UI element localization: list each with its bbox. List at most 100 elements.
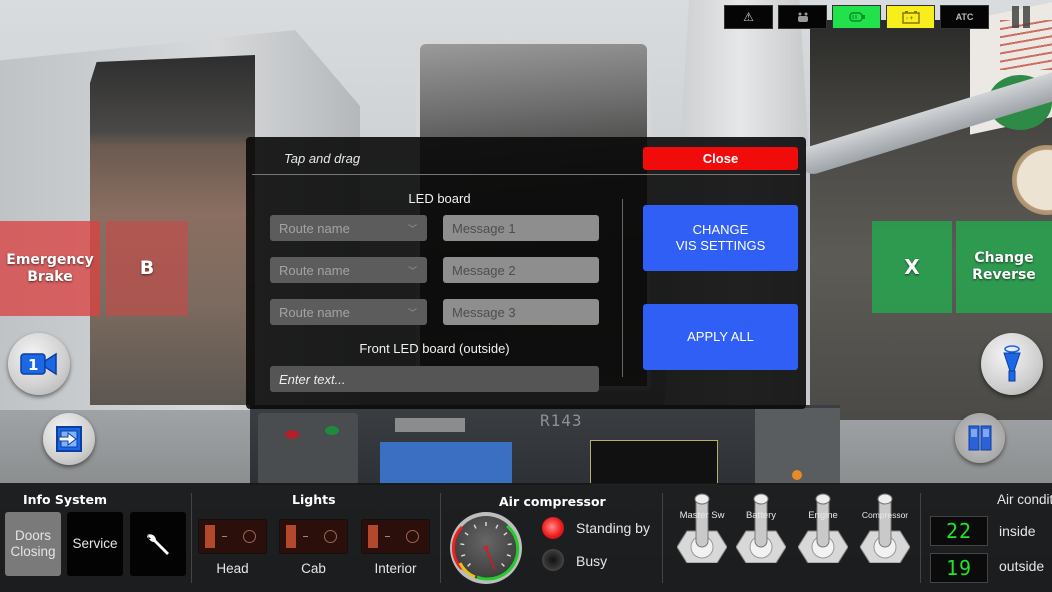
drag-handle[interactable]: Tap and drag <box>284 151 360 166</box>
x-button[interactable]: X <box>872 221 952 313</box>
engine-label: Engine <box>808 510 838 521</box>
chevron-down-icon: ﹀ <box>407 265 417 276</box>
front-led-input[interactable]: Enter text... <box>270 366 599 392</box>
console-red-button <box>285 430 299 439</box>
switch-on-mark <box>324 530 337 543</box>
switch-on-mark <box>243 530 256 543</box>
air-pressure-gauge <box>450 512 522 584</box>
route-name-select-3[interactable]: Route name ﹀ <box>270 299 427 325</box>
head-light-switch[interactable] <box>198 519 267 554</box>
standing-by-label: Standing by <box>576 520 650 536</box>
interior-light-label: Interior <box>374 561 417 576</box>
bottom-control-panel: Info System Doors Closing Service Lights… <box>0 483 1052 592</box>
atc-label: ATC <box>955 12 974 22</box>
compressor-toggle[interactable]: Compressor <box>859 493 911 564</box>
camera-number: 1 <box>28 356 38 374</box>
car-number: R143 <box>540 411 583 430</box>
route-name-placeholder: Route name <box>279 220 350 236</box>
air-compressor-title: Air compressor <box>499 494 606 509</box>
dialog-vertical-divider <box>622 199 623 377</box>
wrench-icon <box>147 533 169 555</box>
master-switch-label: Master Sw <box>679 510 725 521</box>
warning-indicator: ⚠ <box>724 5 773 29</box>
pause-icon <box>1012 6 1019 28</box>
inside-temp-display: 22 <box>930 516 988 546</box>
camera-1-icon: 1 <box>20 352 57 376</box>
svg-text:- +: - + <box>906 16 914 22</box>
doors-closing-label: Doors Closing <box>10 527 56 559</box>
route-name-select-1[interactable]: Route name ﹀ <box>270 215 427 241</box>
pause-icon-bar <box>1023 6 1030 28</box>
pantograph-icon <box>797 12 808 22</box>
motor-indicator <box>832 5 881 29</box>
outside-temp-display: 19 <box>930 553 988 583</box>
compressor-label: Compressor <box>861 510 909 520</box>
engine-toggle[interactable]: Engine <box>797 493 849 564</box>
switch-off-mark <box>385 536 390 537</box>
inside-temp-label: inside <box>999 523 1036 539</box>
change-vis-settings-button[interactable]: CHANGE VIS SETTINGS <box>643 205 798 271</box>
busy-label: Busy <box>576 553 608 569</box>
head-light-label: Head <box>216 561 249 576</box>
cab-light-switch[interactable] <box>279 519 348 554</box>
message-2-input[interactable]: Message 2 <box>443 257 599 283</box>
gauge-tick <box>507 543 512 546</box>
change-reverse-label: Change Reverse <box>972 250 1036 283</box>
message-3-input[interactable]: Message 3 <box>443 299 599 325</box>
console-screen <box>380 442 512 484</box>
battery-icon: - + <box>901 11 920 24</box>
info-system-title: Info System <box>23 492 107 507</box>
info-settings-button[interactable] <box>130 512 186 576</box>
console-left-panel <box>258 413 358 485</box>
battery-toggle[interactable]: Battery <box>735 493 787 564</box>
panel-separator <box>440 493 441 583</box>
pantograph-indicator <box>778 5 827 29</box>
toggle-switch-icon <box>797 493 849 564</box>
service-label: Service <box>72 535 118 551</box>
horn-button[interactable] <box>981 333 1043 395</box>
x-label: X <box>904 255 920 279</box>
led-board-dialog[interactable]: Tap and drag Close LED board Route name … <box>246 137 806 409</box>
switch-on-mark <box>406 530 419 543</box>
air-conditioning-title: Air conditioning <box>997 492 1052 507</box>
toggle-switch-icon <box>676 493 728 564</box>
emergency-brake-label: Emergency Brake <box>6 251 94 285</box>
panel-separator <box>920 493 921 583</box>
switch-off-mark <box>303 536 308 537</box>
brake-b-label: B <box>139 257 155 280</box>
horn-icon <box>1003 345 1021 382</box>
service-button[interactable]: Service <box>67 512 123 576</box>
status-indicators: ⚠ - + ATC <box>724 5 989 29</box>
toggle-switch-icon <box>859 493 911 564</box>
pause-button[interactable] <box>1012 6 1036 28</box>
console-operating-screen <box>590 440 718 485</box>
panel-separator <box>191 493 192 583</box>
switch-knob <box>368 525 378 548</box>
console-orange-button <box>792 470 802 480</box>
console-green-button <box>325 426 339 435</box>
doors-button[interactable] <box>955 413 1005 463</box>
battery-indicator: - + <box>886 5 935 29</box>
switch-knob <box>205 525 215 548</box>
message-1-input[interactable]: Message 1 <box>443 215 599 241</box>
switch-knob <box>286 525 296 548</box>
led-board-title: LED board <box>408 191 471 206</box>
emergency-brake-button[interactable]: Emergency Brake <box>0 221 100 316</box>
gauge-hub <box>483 545 489 551</box>
exit-button[interactable] <box>43 413 95 465</box>
close-button[interactable]: Close <box>643 147 798 170</box>
route-name-placeholder: Route name <box>279 262 350 278</box>
exit-icon <box>56 426 82 452</box>
warning-triangle-icon: ⚠ <box>743 10 754 24</box>
motor-icon <box>848 12 865 22</box>
front-led-title: Front LED board (outside) <box>359 341 510 356</box>
doors-closing-button[interactable]: Doors Closing <box>5 512 61 576</box>
apply-all-button[interactable]: APPLY ALL <box>643 304 798 370</box>
interior-light-switch[interactable] <box>361 519 430 554</box>
route-name-select-2[interactable]: Route name ﹀ <box>270 257 427 283</box>
change-reverse-button[interactable]: Change Reverse <box>956 221 1052 313</box>
chevron-down-icon: ﹀ <box>407 223 417 234</box>
brake-b-button[interactable]: B <box>106 221 188 316</box>
camera-button[interactable]: 1 <box>8 333 70 395</box>
master-switch-toggle[interactable]: Master Sw <box>676 493 728 564</box>
